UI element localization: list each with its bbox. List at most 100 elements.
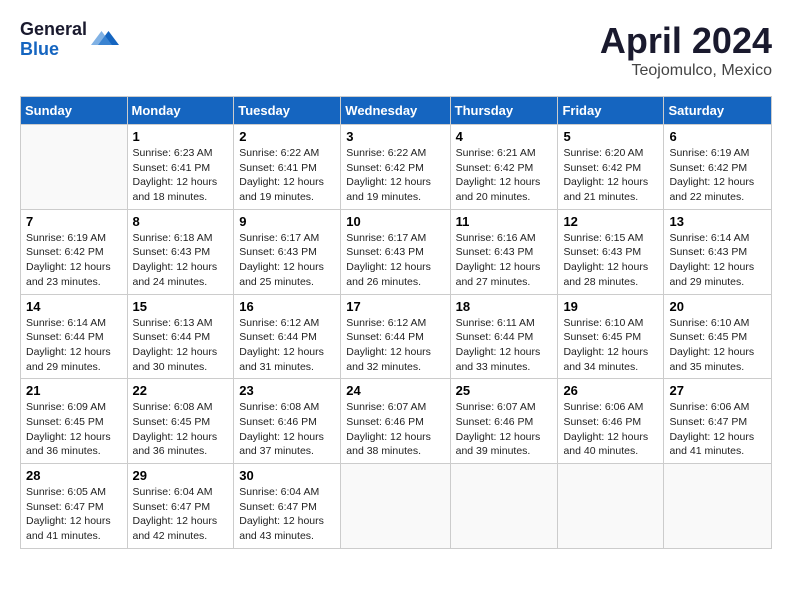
calendar-cell: 6 Sunrise: 6:19 AMSunset: 6:42 PMDaylight… (664, 125, 772, 210)
weekday-header: Monday (127, 97, 234, 125)
cell-info: Sunrise: 6:07 AMSunset: 6:46 PMDaylight:… (346, 400, 444, 459)
day-number: 16 (239, 299, 335, 314)
weekday-header: Tuesday (234, 97, 341, 125)
cell-info: Sunrise: 6:10 AMSunset: 6:45 PMDaylight:… (563, 316, 658, 375)
cell-info: Sunrise: 6:12 AMSunset: 6:44 PMDaylight:… (346, 316, 444, 375)
cell-info: Sunrise: 6:09 AMSunset: 6:45 PMDaylight:… (26, 400, 122, 459)
day-number: 30 (239, 468, 335, 483)
calendar-cell: 4 Sunrise: 6:21 AMSunset: 6:42 PMDaylight… (450, 125, 558, 210)
calendar-cell (558, 464, 664, 549)
day-number: 3 (346, 129, 444, 144)
cell-info: Sunrise: 6:12 AMSunset: 6:44 PMDaylight:… (239, 316, 335, 375)
calendar-cell: 2 Sunrise: 6:22 AMSunset: 6:41 PMDaylight… (234, 125, 341, 210)
cell-info: Sunrise: 6:13 AMSunset: 6:44 PMDaylight:… (133, 316, 229, 375)
day-number: 20 (669, 299, 766, 314)
cell-info: Sunrise: 6:08 AMSunset: 6:45 PMDaylight:… (133, 400, 229, 459)
cell-info: Sunrise: 6:05 AMSunset: 6:47 PMDaylight:… (26, 485, 122, 544)
cell-info: Sunrise: 6:04 AMSunset: 6:47 PMDaylight:… (133, 485, 229, 544)
cell-info: Sunrise: 6:23 AMSunset: 6:41 PMDaylight:… (133, 146, 229, 205)
day-number: 17 (346, 299, 444, 314)
day-number: 4 (456, 129, 553, 144)
title-block: April 2024 Teojomulco, Mexico (600, 20, 772, 80)
day-number: 9 (239, 214, 335, 229)
calendar-cell: 9 Sunrise: 6:17 AMSunset: 6:43 PMDaylight… (234, 209, 341, 294)
cell-info: Sunrise: 6:19 AMSunset: 6:42 PMDaylight:… (669, 146, 766, 205)
cell-info: Sunrise: 6:14 AMSunset: 6:43 PMDaylight:… (669, 231, 766, 290)
logo: General Blue (20, 20, 119, 60)
logo-text: General Blue (20, 20, 87, 60)
calendar-cell: 18 Sunrise: 6:11 AMSunset: 6:44 PMDayligh… (450, 294, 558, 379)
day-number: 6 (669, 129, 766, 144)
calendar-cell: 14 Sunrise: 6:14 AMSunset: 6:44 PMDayligh… (21, 294, 128, 379)
calendar-cell: 1 Sunrise: 6:23 AMSunset: 6:41 PMDaylight… (127, 125, 234, 210)
calendar-cell: 11 Sunrise: 6:16 AMSunset: 6:43 PMDayligh… (450, 209, 558, 294)
cell-info: Sunrise: 6:19 AMSunset: 6:42 PMDaylight:… (26, 231, 122, 290)
day-number: 22 (133, 383, 229, 398)
calendar-cell: 21 Sunrise: 6:09 AMSunset: 6:45 PMDayligh… (21, 379, 128, 464)
day-number: 11 (456, 214, 553, 229)
calendar-cell: 22 Sunrise: 6:08 AMSunset: 6:45 PMDayligh… (127, 379, 234, 464)
calendar-cell: 24Sunrise: 6:07 AMSunset: 6:46 PMDayligh… (341, 379, 450, 464)
cell-info: Sunrise: 6:22 AMSunset: 6:41 PMDaylight:… (239, 146, 335, 205)
page-header: General Blue April 2024 Teojomulco, Mexi… (20, 20, 772, 80)
calendar-cell: 7Sunrise: 6:19 AMSunset: 6:42 PMDaylight… (21, 209, 128, 294)
day-number: 19 (563, 299, 658, 314)
calendar-cell: 15Sunrise: 6:13 AMSunset: 6:44 PMDayligh… (127, 294, 234, 379)
calendar-cell: 20 Sunrise: 6:10 AMSunset: 6:45 PMDayligh… (664, 294, 772, 379)
day-number: 10 (346, 214, 444, 229)
cell-info: Sunrise: 6:15 AMSunset: 6:43 PMDaylight:… (563, 231, 658, 290)
month-title: April 2024 (600, 20, 772, 62)
calendar-cell (664, 464, 772, 549)
calendar-cell (21, 125, 128, 210)
calendar-week-row: 7Sunrise: 6:19 AMSunset: 6:42 PMDaylight… (21, 209, 772, 294)
cell-info: Sunrise: 6:16 AMSunset: 6:43 PMDaylight:… (456, 231, 553, 290)
calendar-cell: 25 Sunrise: 6:07 AMSunset: 6:46 PMDayligh… (450, 379, 558, 464)
calendar-cell: 3Sunrise: 6:22 AMSunset: 6:42 PMDaylight… (341, 125, 450, 210)
cell-info: Sunrise: 6:10 AMSunset: 6:45 PMDaylight:… (669, 316, 766, 375)
calendar-cell: 5 Sunrise: 6:20 AMSunset: 6:42 PMDaylight… (558, 125, 664, 210)
calendar-cell: 8 Sunrise: 6:18 AMSunset: 6:43 PMDaylight… (127, 209, 234, 294)
cell-info: Sunrise: 6:08 AMSunset: 6:46 PMDaylight:… (239, 400, 335, 459)
day-number: 5 (563, 129, 658, 144)
cell-info: Sunrise: 6:14 AMSunset: 6:44 PMDaylight:… (26, 316, 122, 375)
day-number: 26 (563, 383, 658, 398)
cell-info: Sunrise: 6:07 AMSunset: 6:46 PMDaylight:… (456, 400, 553, 459)
day-number: 2 (239, 129, 335, 144)
cell-info: Sunrise: 6:06 AMSunset: 6:46 PMDaylight:… (563, 400, 658, 459)
day-number: 12 (563, 214, 658, 229)
calendar-cell (341, 464, 450, 549)
calendar-cell: 16 Sunrise: 6:12 AMSunset: 6:44 PMDayligh… (234, 294, 341, 379)
cell-info: Sunrise: 6:04 AMSunset: 6:47 PMDaylight:… (239, 485, 335, 544)
day-number: 14 (26, 299, 122, 314)
calendar-cell: 26 Sunrise: 6:06 AMSunset: 6:46 PMDayligh… (558, 379, 664, 464)
calendar-cell (450, 464, 558, 549)
day-number: 25 (456, 383, 553, 398)
day-number: 28 (26, 468, 122, 483)
calendar-cell: 17 Sunrise: 6:12 AMSunset: 6:44 PMDayligh… (341, 294, 450, 379)
day-number: 21 (26, 383, 122, 398)
calendar-cell: 13 Sunrise: 6:14 AMSunset: 6:43 PMDayligh… (664, 209, 772, 294)
calendar-week-row: 28 Sunrise: 6:05 AMSunset: 6:47 PMDayligh… (21, 464, 772, 549)
weekday-header: Saturday (664, 97, 772, 125)
calendar-cell: 12 Sunrise: 6:15 AMSunset: 6:43 PMDayligh… (558, 209, 664, 294)
calendar-cell: 19 Sunrise: 6:10 AMSunset: 6:45 PMDayligh… (558, 294, 664, 379)
calendar-header-row: SundayMondayTuesdayWednesdayThursdayFrid… (21, 97, 772, 125)
cell-info: Sunrise: 6:21 AMSunset: 6:42 PMDaylight:… (456, 146, 553, 205)
calendar-cell: 29Sunrise: 6:04 AMSunset: 6:47 PMDayligh… (127, 464, 234, 549)
weekday-header: Sunday (21, 97, 128, 125)
cell-info: Sunrise: 6:20 AMSunset: 6:42 PMDaylight:… (563, 146, 658, 205)
weekday-header: Thursday (450, 97, 558, 125)
calendar-cell: 23Sunrise: 6:08 AMSunset: 6:46 PMDayligh… (234, 379, 341, 464)
cell-info: Sunrise: 6:18 AMSunset: 6:43 PMDaylight:… (133, 231, 229, 290)
day-number: 13 (669, 214, 766, 229)
cell-info: Sunrise: 6:11 AMSunset: 6:44 PMDaylight:… (456, 316, 553, 375)
location: Teojomulco, Mexico (600, 62, 772, 80)
day-number: 8 (133, 214, 229, 229)
calendar-week-row: 21 Sunrise: 6:09 AMSunset: 6:45 PMDayligh… (21, 379, 772, 464)
day-number: 1 (133, 129, 229, 144)
calendar-week-row: 1 Sunrise: 6:23 AMSunset: 6:41 PMDaylight… (21, 125, 772, 210)
weekday-header: Friday (558, 97, 664, 125)
calendar-cell: 30 Sunrise: 6:04 AMSunset: 6:47 PMDayligh… (234, 464, 341, 549)
cell-info: Sunrise: 6:17 AMSunset: 6:43 PMDaylight:… (239, 231, 335, 290)
day-number: 18 (456, 299, 553, 314)
